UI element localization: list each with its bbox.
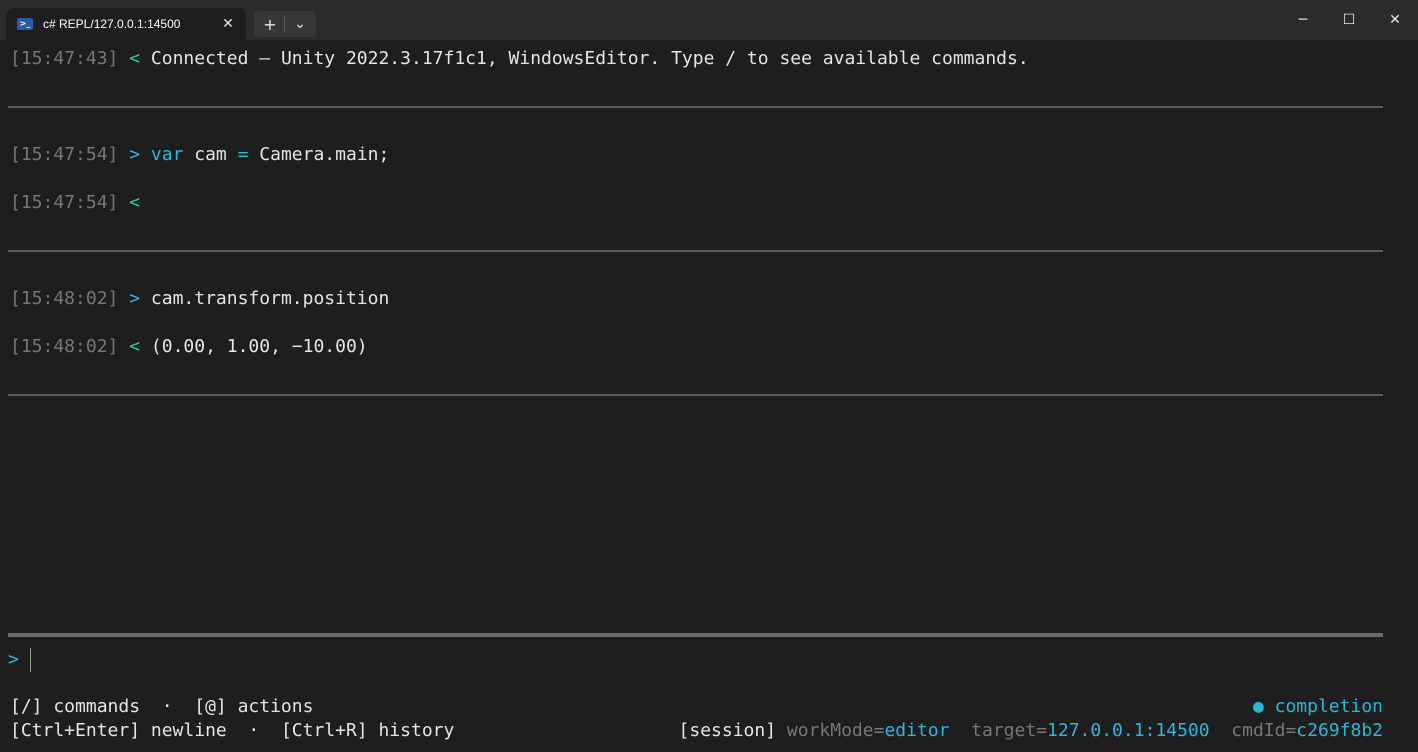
hint-separator: · — [226, 720, 281, 741]
newline-hint: [Ctrl+Enter] newline — [10, 720, 227, 741]
footer-hints-2: [Ctrl+Enter] newline · [Ctrl+R] history — [10, 720, 454, 742]
tab-actions: + ⌄ — [254, 11, 316, 37]
log-text: (0.00, 1.00, −10.00) — [140, 336, 368, 357]
input-marker: > — [129, 144, 141, 165]
timestamp: [15:47:43] — [10, 48, 119, 69]
log-text: Connected — Unity 2022.3.17f1c1, Windows… — [140, 48, 1029, 69]
target-key: target= — [949, 720, 1048, 741]
title-bar: >_ c# REPL/127.0.0.1:14500 ✕ + ⌄ ─ ☐ ✕ — [0, 0, 1418, 40]
keyword: var — [150, 144, 184, 165]
log-text: cam.transform.position — [140, 288, 390, 309]
completion-label: completion — [1263, 696, 1383, 717]
tab-dropdown-button[interactable]: ⌄ — [286, 11, 314, 37]
divider — [8, 250, 1383, 252]
window-close-button[interactable]: ✕ — [1372, 0, 1418, 40]
log-text: Camera.main; — [248, 144, 390, 165]
minimize-button[interactable]: ─ — [1280, 0, 1326, 40]
divider — [8, 106, 1383, 108]
input-marker: > — [129, 288, 141, 309]
cmdid-key: cmdId= — [1209, 720, 1297, 741]
tab-close-icon[interactable]: ✕ — [218, 14, 238, 34]
output-marker: < — [129, 336, 141, 357]
maximize-button[interactable]: ☐ — [1326, 0, 1372, 40]
timestamp: [15:47:54] — [10, 192, 119, 213]
completion-indicator: ● completion — [1253, 696, 1383, 718]
log-line: [15:48:02] < (0.00, 1.00, −10.00) — [10, 336, 368, 358]
tab-repl[interactable]: >_ c# REPL/127.0.0.1:14500 ✕ — [6, 8, 246, 40]
workmode-value: editor — [884, 720, 950, 741]
log-line: [15:47:43] < Connected — Unity 2022.3.17… — [10, 48, 1029, 70]
workmode-key: workMode= — [776, 720, 885, 741]
footer-hints-1: [/] commands · [@] actions — [10, 696, 313, 718]
log-line: [15:47:54] > var cam = Camera.main; — [10, 144, 389, 166]
timestamp: [15:48:02] — [10, 288, 119, 309]
log-line: [15:47:54] < — [10, 192, 140, 214]
actions-hint[interactable]: [@] actions — [194, 696, 313, 717]
history-hint[interactable]: [Ctrl+R] history — [281, 720, 454, 741]
session-label: [session] — [678, 720, 777, 741]
log-text: cam — [183, 144, 238, 165]
hint-separator: · — [140, 696, 195, 717]
output-marker: < — [129, 192, 141, 213]
log-line: [15:48:02] > cam.transform.position — [10, 288, 389, 310]
tab-actions-divider — [284, 16, 285, 32]
session-status: [session] workMode=editor target=127.0.0… — [679, 720, 1383, 742]
terminal-icon: >_ — [17, 18, 33, 30]
divider — [8, 394, 1383, 396]
cmdid-value: c269f8b2 — [1296, 720, 1383, 741]
output-marker: < — [129, 48, 141, 69]
prompt-symbol: > — [8, 649, 19, 670]
input-divider — [8, 633, 1383, 637]
target-value: 127.0.0.1:14500 — [1047, 720, 1210, 741]
status-dot-icon: ● — [1252, 696, 1264, 717]
timestamp: [15:48:02] — [10, 336, 119, 357]
commands-hint[interactable]: [/] commands — [10, 696, 140, 717]
input-cursor[interactable] — [30, 648, 31, 672]
new-tab-button[interactable]: + — [256, 11, 284, 37]
tab-title: c# REPL/127.0.0.1:14500 — [43, 17, 181, 31]
operator: = — [237, 144, 249, 165]
timestamp: [15:47:54] — [10, 144, 119, 165]
